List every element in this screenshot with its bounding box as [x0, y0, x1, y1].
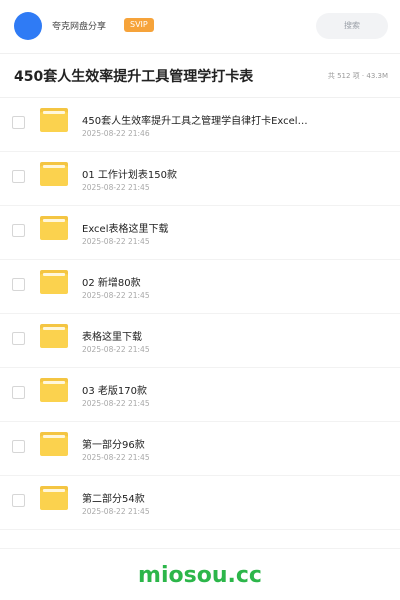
list-item[interactable]: 02 新增80款 2025-08-22 21:45 [0, 260, 400, 314]
item-count: 共 512 项 · 43.3M [327, 72, 388, 80]
file-date: 2025-08-22 21:45 [82, 183, 150, 192]
share-name: 夸克网盘分享 [52, 22, 107, 32]
file-name[interactable]: 02 新增80款 [82, 274, 330, 289]
file-name[interactable]: 450套人生效率提升工具之管理学自律打卡Excel… [82, 112, 330, 127]
folder-icon [40, 324, 68, 348]
svip-badge: SVIP [124, 18, 154, 32]
checkbox[interactable] [12, 116, 25, 129]
header: 夸克网盘分享 SVIP 搜索 [0, 0, 400, 54]
checkbox[interactable] [12, 386, 25, 399]
list-item[interactable]: 表格这里下载 2025-08-22 21:45 [0, 314, 400, 368]
checkbox[interactable] [12, 494, 25, 507]
checkbox[interactable] [12, 278, 25, 291]
list-item[interactable]: 第一部分96款 2025-08-22 21:45 [0, 422, 400, 476]
list-item[interactable]: Excel表格这里下载 2025-08-22 21:45 [0, 206, 400, 260]
file-name[interactable]: 表格这里下载 [82, 328, 330, 343]
folder-icon [40, 378, 68, 402]
file-date: 2025-08-22 21:45 [82, 345, 150, 354]
file-date: 2025-08-22 21:45 [82, 507, 150, 516]
folder-icon [40, 162, 68, 186]
folder-icon [40, 432, 68, 456]
file-date: 2025-08-22 21:45 [82, 399, 150, 408]
folder-icon [40, 486, 68, 510]
file-date: 2025-08-22 21:45 [82, 291, 150, 300]
checkbox[interactable] [12, 332, 25, 345]
file-name[interactable]: 01 工作计划表150款 [82, 166, 330, 181]
file-name[interactable]: 第一部分96款 [82, 436, 330, 451]
file-date: 2025-08-22 21:45 [82, 237, 150, 246]
avatar[interactable] [14, 12, 42, 40]
file-date: 2025-08-22 21:45 [82, 453, 150, 462]
footer-divider [0, 548, 400, 549]
file-list: 450套人生效率提升工具之管理学自律打卡Excel… 2025-08-22 21… [0, 98, 400, 530]
list-item[interactable]: 01 工作计划表150款 2025-08-22 21:45 [0, 152, 400, 206]
file-name[interactable]: Excel表格这里下载 [82, 220, 330, 235]
search-input[interactable]: 搜索 [316, 13, 388, 39]
folder-icon [40, 216, 68, 240]
page: 夸克网盘分享 SVIP 搜索 450套人生效率提升工具管理学打卡表 共 512 … [0, 0, 400, 600]
page-title: 450套人生效率提升工具管理学打卡表 [14, 69, 254, 85]
folder-icon [40, 270, 68, 294]
title-row: 450套人生效率提升工具管理学打卡表 共 512 项 · 43.3M [0, 54, 400, 98]
checkbox[interactable] [12, 224, 25, 237]
list-item[interactable]: 第二部分54款 2025-08-22 21:45 [0, 476, 400, 530]
checkbox[interactable] [12, 440, 25, 453]
file-name[interactable]: 03 老版170款 [82, 382, 330, 397]
folder-icon [40, 108, 68, 132]
file-name[interactable]: 第二部分54款 [82, 490, 330, 505]
list-item[interactable]: 03 老版170款 2025-08-22 21:45 [0, 368, 400, 422]
file-date: 2025-08-22 21:46 [82, 129, 150, 138]
watermark: miosou.cc [138, 563, 262, 588]
list-item[interactable]: 450套人生效率提升工具之管理学自律打卡Excel… 2025-08-22 21… [0, 98, 400, 152]
checkbox[interactable] [12, 170, 25, 183]
